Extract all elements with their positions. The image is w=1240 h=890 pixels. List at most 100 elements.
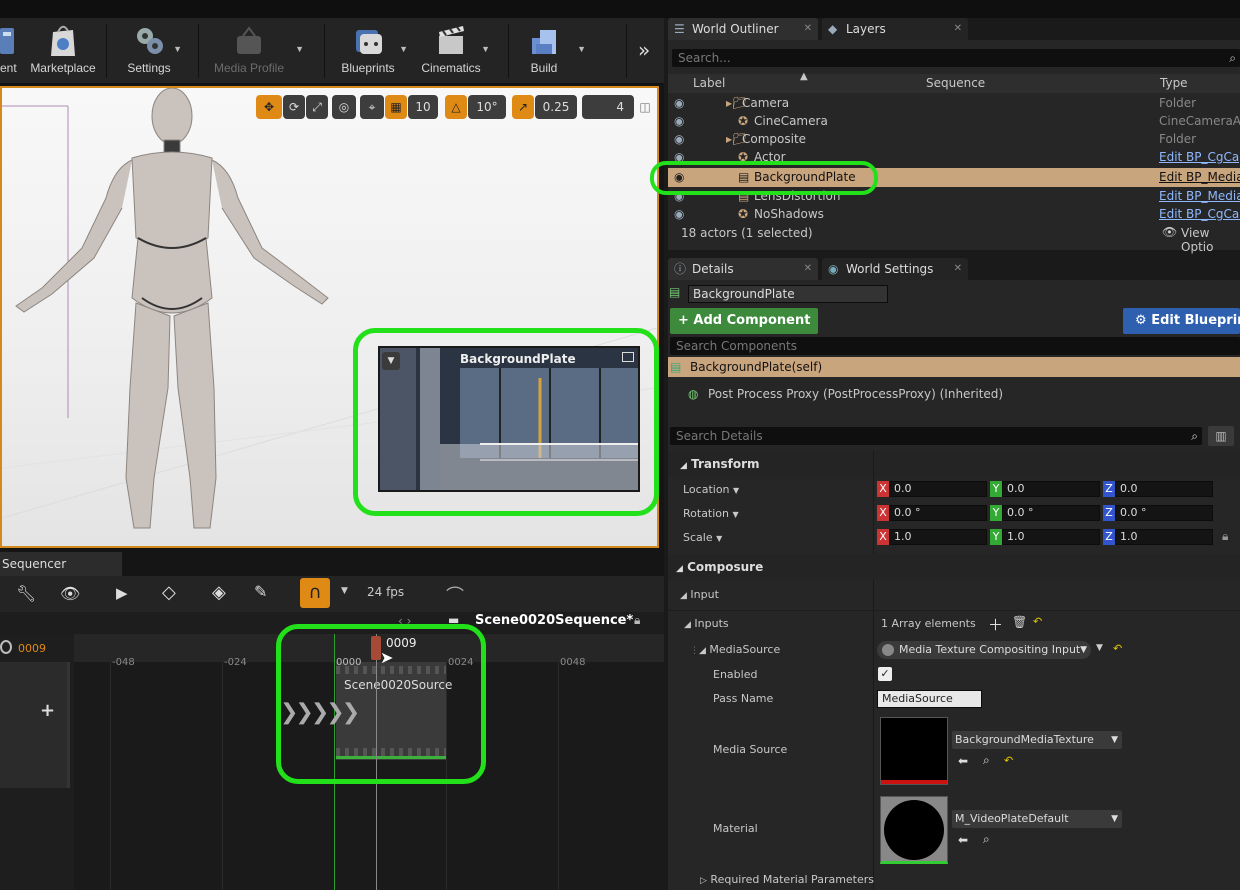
tab-details[interactable]: ⓘ Details ✕	[668, 258, 818, 280]
toolbar-content-button[interactable]: ent	[0, 18, 20, 84]
maximize-viewport-icon[interactable]: ◫	[638, 95, 652, 119]
chevron-down-icon[interactable]: ▼	[341, 586, 348, 596]
outliner-row-type[interactable]: Edit BP_CgCar	[1159, 205, 1240, 223]
outliner-row-type[interactable]: Edit BP_Media	[1159, 187, 1240, 205]
transform-z-field[interactable]: 1.0	[1115, 529, 1213, 545]
add-component-button[interactable]: + Add Component ▼	[670, 308, 818, 353]
key-add-icon[interactable]: ◈	[212, 582, 226, 603]
tab-world-settings[interactable]: ◉ World Settings ✕	[822, 258, 968, 280]
chevron-down-icon[interactable]: ▼	[173, 44, 182, 54]
toolbar-cinematics-button[interactable]: Cinematics ▼	[418, 18, 490, 84]
play-icon[interactable]: ▶	[116, 584, 128, 602]
column-label[interactable]: Label	[693, 76, 725, 90]
browse-icon[interactable]: ⌕	[983, 832, 990, 847]
outliner-row[interactable]: ◉ ✪ NoShadows Edit BP_CgCar	[668, 205, 1240, 224]
search-icon[interactable]: ⌕	[1229, 49, 1236, 67]
composure-section-header[interactable]: ◢ Composure	[668, 554, 1240, 580]
outliner-row-type[interactable]: Edit BP_CgCap	[1159, 148, 1240, 166]
search-details-input[interactable]: Search Details ⌕	[670, 427, 1202, 445]
grid-snap-value[interactable]: 10	[408, 95, 438, 119]
actor-name-field[interactable]: BackgroundPlate	[688, 285, 888, 303]
add-element-icon[interactable]: ＋	[988, 614, 1003, 635]
toolbar-blueprints-button[interactable]: Blueprints ▼	[334, 18, 408, 84]
wrench-icon[interactable]: 🔧︎	[16, 584, 36, 603]
rotation-snap-value[interactable]: 10°	[468, 95, 506, 119]
transform-z-field[interactable]: 0.0	[1115, 481, 1213, 497]
translate-tool-icon[interactable]: ✥	[256, 95, 282, 119]
chevron-down-icon[interactable]: ▼	[295, 44, 304, 54]
eye-icon[interactable]: 👁︎	[1162, 225, 1177, 239]
search-icon[interactable]: ⌕	[1191, 427, 1198, 445]
curve-editor-icon[interactable]: ⌒	[446, 582, 464, 608]
outliner-row[interactable]: ◉ ▸📁︎ Composite Folder	[668, 130, 1240, 149]
pencil-icon[interactable]: ✎	[254, 582, 267, 601]
transform-y-field[interactable]: 0.0 °	[1002, 505, 1100, 521]
use-selected-icon[interactable]: ⬅	[958, 833, 968, 847]
transform-z-field[interactable]: 0.0 °	[1115, 505, 1213, 521]
chevron-down-icon[interactable]: ▼	[481, 44, 490, 54]
tab-layers[interactable]: ◆ Layers ✕	[822, 18, 968, 40]
view-options-icon[interactable]: ▥	[1208, 426, 1234, 446]
use-selected-icon[interactable]: ⬅	[958, 754, 968, 768]
lock-icon[interactable]: 🔒︎	[634, 613, 640, 628]
visibility-eye-icon[interactable]: ◉	[674, 130, 684, 148]
reset-icon[interactable]: ↶	[1004, 754, 1013, 767]
scale-snap-icon[interactable]: ↗	[512, 95, 534, 119]
rotation-snap-icon[interactable]: △	[445, 95, 467, 119]
outliner-row-type[interactable]: Edit BP_Media	[1159, 168, 1240, 186]
current-frame[interactable]: 0009	[18, 642, 46, 655]
fps-dropdown[interactable]: 24 fps	[367, 585, 404, 599]
media-source-class-dropdown[interactable]: Media Texture Compositing Input ▼	[877, 641, 1091, 659]
transform-row-label[interactable]: Rotation ▼	[683, 507, 739, 520]
view-options-button[interactable]: View Optio	[1181, 226, 1240, 254]
grid-snap-icon[interactable]: ▦	[385, 95, 407, 119]
media-source-element-label[interactable]: ⋮◢ MediaSource	[690, 643, 780, 656]
search-components-input[interactable]: Search Components	[670, 337, 1240, 355]
tab-world-outliner[interactable]: ☰ World Outliner ✕	[668, 18, 818, 40]
transform-x-field[interactable]: 0.0	[889, 481, 987, 497]
outliner-search-input[interactable]: Search... ⌕	[672, 49, 1240, 67]
edit-blueprint-button[interactable]: ⚙ Edit Blueprin	[1123, 308, 1240, 334]
toolbar-marketplace-button[interactable]: Marketplace	[26, 18, 100, 84]
close-icon[interactable]: ✕	[954, 18, 962, 40]
component-row[interactable]: ◍ Post Process Proxy (PostProcessProxy) …	[688, 384, 1003, 404]
scale-tool-icon[interactable]: ⤢	[306, 95, 328, 119]
visibility-eye-icon[interactable]: ◉	[674, 94, 684, 112]
transform-x-field[interactable]: 0.0 °	[889, 505, 987, 521]
chevron-down-icon[interactable]: ▼	[1096, 643, 1103, 653]
close-icon[interactable]: ✕	[804, 18, 812, 40]
enabled-checkbox[interactable]: ✓	[878, 667, 892, 681]
material-thumbnail[interactable]	[880, 796, 948, 864]
world-space-icon[interactable]: ◎	[332, 95, 356, 119]
media-texture-thumbnail[interactable]	[880, 717, 948, 785]
toolbar-build-button[interactable]: Build ▼	[518, 18, 586, 84]
toolbar-settings-button[interactable]: Settings ▼	[118, 18, 182, 84]
material-asset-dropdown[interactable]: M_VideoPlateDefault ▼	[952, 810, 1122, 828]
pass-name-field[interactable]: MediaSource	[877, 690, 982, 708]
chevron-down-icon[interactable]: ▼	[399, 44, 408, 54]
surface-snap-icon[interactable]: ⌖	[360, 95, 384, 119]
close-icon[interactable]: ✕	[804, 258, 812, 280]
magnet-snap-icon[interactable]: ∩	[300, 578, 330, 608]
camera-speed-button[interactable]: 4	[582, 95, 634, 119]
key-icon[interactable]: ◇	[162, 582, 176, 603]
column-sequence[interactable]: Sequence	[926, 76, 985, 90]
transform-y-field[interactable]: 0.0	[1002, 481, 1100, 497]
reset-icon[interactable]: ↶	[1113, 642, 1122, 655]
required-params-row[interactable]: ▷ Required Material Parameters	[700, 873, 874, 886]
scale-snap-value[interactable]: 0.25	[535, 95, 577, 119]
media-source-asset-dropdown[interactable]: BackgroundMediaTexture ▼	[952, 731, 1122, 749]
add-track-button[interactable]: +	[40, 700, 55, 721]
lock-icon[interactable]: 🔒︎	[1222, 529, 1228, 544]
close-icon[interactable]: ✕	[954, 258, 962, 280]
input-category-header[interactable]: ◢ Input	[680, 588, 719, 601]
column-type[interactable]: Type	[1160, 76, 1188, 90]
toolbar-media-profile-button[interactable]: Media Profile ▼	[208, 18, 304, 84]
inputs-label[interactable]: ◢ Inputs	[684, 617, 729, 630]
visibility-eye-icon[interactable]: ◉	[674, 205, 684, 223]
transform-row-label[interactable]: Location ▼	[683, 483, 739, 496]
visibility-eye-icon[interactable]: ◉	[674, 112, 684, 130]
transform-y-field[interactable]: 1.0	[1002, 529, 1100, 545]
tab-sequencer[interactable]: Sequencer	[0, 552, 122, 576]
trash-icon[interactable]: 🗑︎	[1012, 615, 1027, 629]
